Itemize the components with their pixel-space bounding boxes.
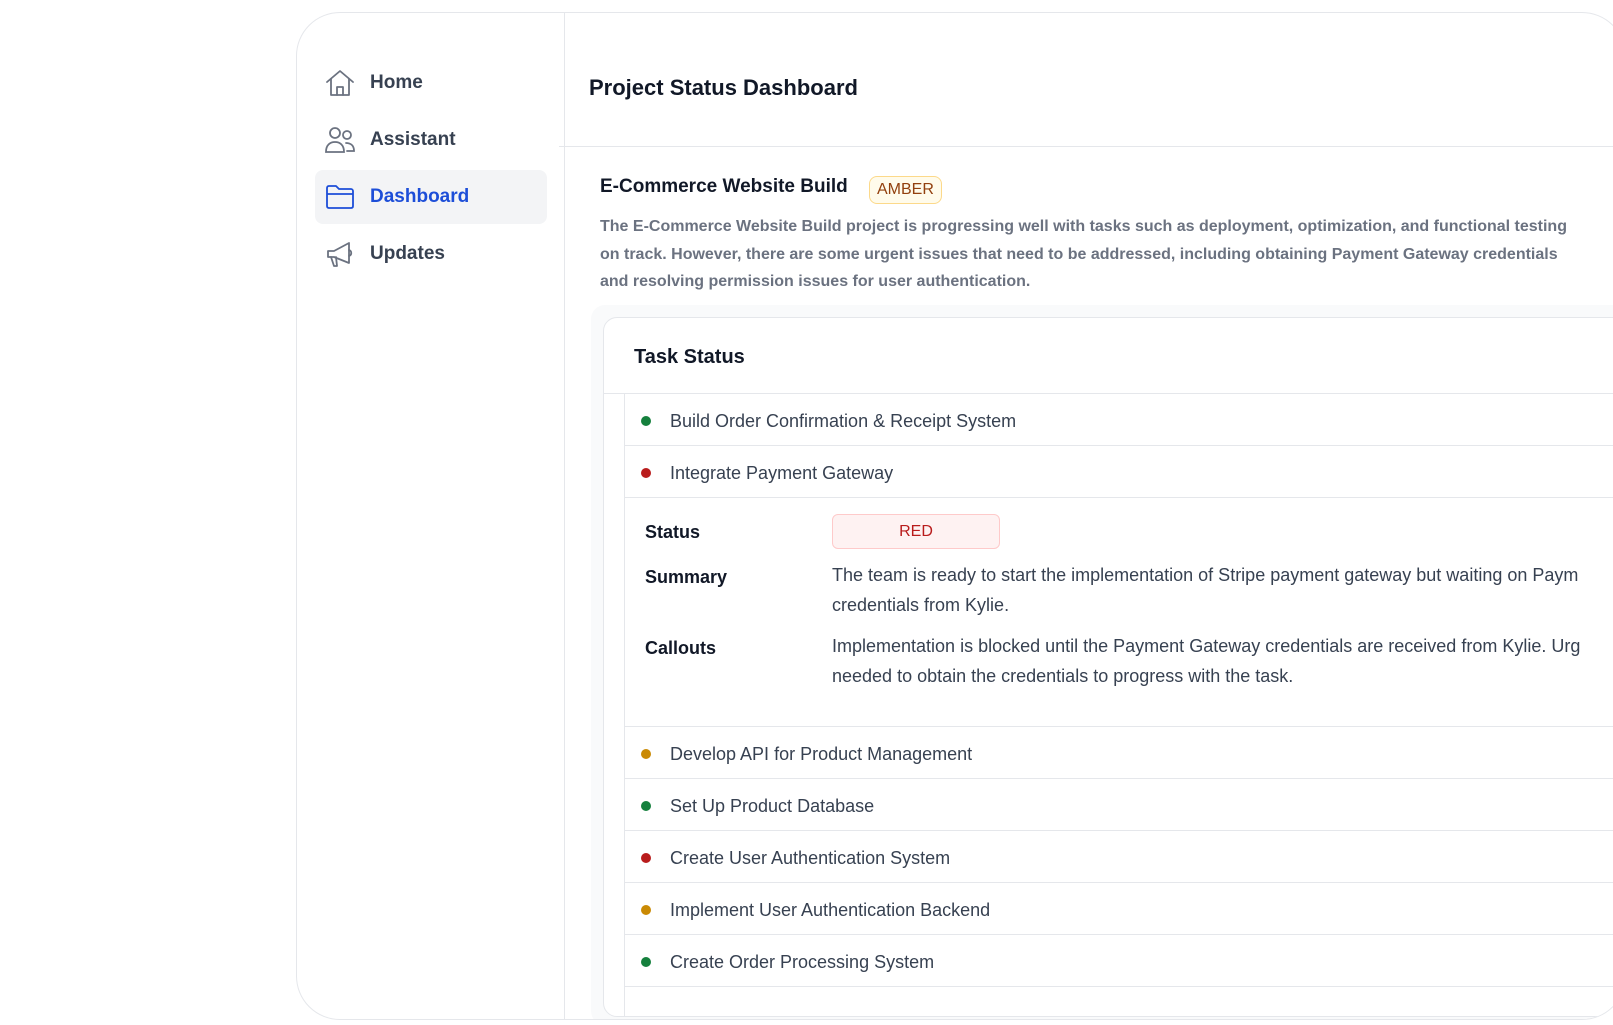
task-label: Set Up Product Database — [670, 796, 875, 816]
task-label: Create User Authentication System — [670, 848, 951, 868]
task-status-title: Task Status — [634, 346, 745, 368]
task-label: Develop API for Product Management — [670, 744, 973, 764]
page-header: Project Status Dashboard — [559, 13, 1613, 147]
detail-summary-label: Summary — [645, 567, 728, 587]
status-dot-amber — [641, 905, 651, 915]
project-title: E-Commerce Website Build — [600, 176, 848, 197]
task-label: Create Order Processing System — [670, 952, 935, 972]
sidebar-item-updates[interactable]: Updates — [315, 227, 547, 281]
detail-status-badge: RED — [832, 514, 1000, 549]
users-icon — [325, 126, 355, 154]
sidebar: Home Assistant Dashboard Updates — [297, 13, 565, 1019]
task-row-expanded[interactable]: Integrate Payment Gateway — [625, 446, 1613, 498]
status-dot-amber — [641, 749, 651, 759]
detail-summary-text: credentials from Kylie. — [832, 595, 1010, 615]
megaphone-icon — [325, 240, 355, 268]
task-detail-panel: Status RED Summary The team is ready to … — [625, 498, 1613, 727]
detail-callouts-text: Implementation is blocked until the Paym… — [832, 636, 1581, 656]
sidebar-item-home[interactable]: Home — [315, 56, 547, 110]
sidebar-item-dashboard[interactable]: Dashboard — [315, 170, 547, 224]
task-label: Build Order Confirmation & Receipt Syste… — [670, 411, 1017, 431]
task-label: Integrate Payment Gateway — [670, 463, 894, 483]
task-label: Implement User Authentication Backend — [670, 900, 991, 920]
detail-callouts-text: needed to obtain the credentials to prog… — [832, 666, 1294, 686]
main-content: Project Status Dashboard E-Commerce Webs… — [559, 13, 1613, 1019]
task-row[interactable]: Create Order Processing System — [625, 935, 1613, 987]
project-description: The E-Commerce Website Build project is … — [600, 218, 1567, 290]
task-row[interactable]: Set Up Product Database — [625, 779, 1613, 831]
task-row[interactable]: Implement User Authentication Backend — [625, 883, 1613, 935]
detail-callouts-label: Callouts — [645, 638, 717, 658]
sidebar-item-label: Home — [370, 72, 423, 93]
sidebar-item-label: Dashboard — [370, 186, 470, 207]
home-icon — [325, 69, 355, 97]
task-status-card: Task Status Build Order Confirmation & R… — [603, 317, 1613, 1017]
task-row[interactable]: Develop API for Product Management — [625, 727, 1613, 779]
folder-icon — [325, 183, 355, 211]
page-title: Project Status Dashboard — [589, 75, 858, 100]
task-row[interactable]: Create User Authentication System — [625, 831, 1613, 883]
status-dot-red — [641, 853, 651, 863]
project-status-badge: AMBER — [869, 176, 942, 204]
detail-status-label: Status — [645, 522, 701, 542]
task-list: Build Order Confirmation & Receipt Syste… — [624, 394, 1613, 1016]
sidebar-item-label: Updates — [370, 243, 445, 264]
app-window: Home Assistant Dashboard Updates Project… — [296, 12, 1613, 1020]
task-row[interactable]: Build Order Confirmation & Receipt Syste… — [625, 394, 1613, 446]
status-dot-green — [641, 957, 651, 967]
status-dot-green — [641, 416, 651, 426]
sidebar-item-assistant[interactable]: Assistant — [315, 113, 547, 167]
sidebar-item-label: Assistant — [370, 129, 456, 150]
detail-summary-text: The team is ready to start the implement… — [832, 565, 1579, 585]
status-dot-red — [641, 468, 651, 478]
status-dot-green — [641, 801, 651, 811]
